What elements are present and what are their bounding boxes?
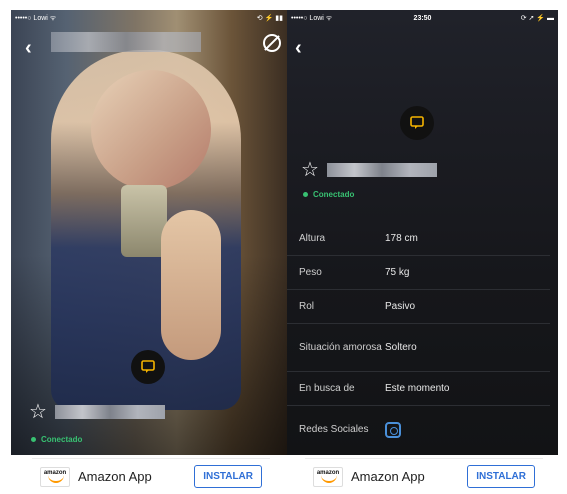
status-indicators: ⟳ ➚ ⚡ ▬ <box>520 15 555 22</box>
instagram-icon[interactable] <box>385 422 401 438</box>
attribute-value: Soltero <box>385 342 417 353</box>
profile-photo-face-blurred <box>91 70 211 190</box>
chat-button[interactable] <box>400 106 434 140</box>
attribute-value: 75 kg <box>385 267 410 278</box>
online-dot <box>31 437 36 442</box>
profile-photo-hand <box>161 210 221 360</box>
attribute-row-weight: Peso 75 kg <box>287 256 550 290</box>
app-screen: •••••○ Lowi ᯤ ⟲ ⚡ ▮▮ ‹ ☆ Conectado •••••… <box>0 0 567 494</box>
favorite-row: ☆ <box>301 160 437 180</box>
attribute-value: Pasivo <box>385 301 416 312</box>
attribute-label: Altura <box>299 232 326 244</box>
star-outline-icon[interactable]: ☆ <box>29 402 47 422</box>
username-blurred <box>54 405 165 419</box>
online-label: Conectado <box>313 190 355 199</box>
install-button[interactable]: INSTALAR <box>194 465 262 488</box>
online-status: Conectado <box>303 190 354 199</box>
attribute-label: Situación amorosa <box>299 341 382 353</box>
attribute-label: En busca de <box>299 382 355 394</box>
attribute-value: 178 cm <box>385 233 418 244</box>
attribute-label: Rol <box>299 300 315 312</box>
profile-attributes: Altura 178 cm Peso 75 kg Rol Pasivo Situ… <box>287 222 558 454</box>
attribute-label: Redes Sociales <box>299 424 369 435</box>
status-bar: •••••○ Lowi ᯤ ⟲ ⚡ ▮▮ <box>11 10 287 26</box>
ad-title: Amazon App <box>78 469 152 484</box>
status-carrier: •••••○ Lowi ᯤ <box>291 14 333 22</box>
profile-photo-screen: •••••○ Lowi ᯤ ⟲ ⚡ ▮▮ ‹ ☆ Conectado <box>11 10 287 455</box>
username-header-blurred <box>51 32 201 52</box>
chat-bubble-icon <box>141 360 155 373</box>
attribute-row-relationship: Situación amorosa Soltero <box>287 324 550 372</box>
ad-banner[interactable]: amazon Amazon App INSTALAR <box>32 458 270 494</box>
back-chevron-icon[interactable]: ‹ <box>295 38 302 58</box>
chat-bubble-icon <box>410 116 424 129</box>
attribute-label: Peso <box>299 266 322 278</box>
amazon-logo-icon: amazon <box>40 466 70 487</box>
status-bar: •••••○ Lowi ᯤ 23:50 ⟳ ➚ ⚡ ▬ <box>287 10 558 26</box>
attribute-row-social: Redes Sociales <box>287 406 550 454</box>
chat-button[interactable] <box>131 350 165 384</box>
ad-title: Amazon App <box>351 469 425 484</box>
attribute-row-looking-for: En busca de Este momento <box>287 372 550 406</box>
favorite-row: ☆ <box>29 402 165 422</box>
block-icon[interactable] <box>263 34 281 52</box>
status-carrier: •••••○ Lowi ᯤ <box>15 14 57 22</box>
online-status: Conectado <box>31 435 82 444</box>
username-blurred <box>326 163 437 177</box>
ad-banner[interactable]: amazon Amazon App INSTALAR <box>305 458 543 494</box>
install-button[interactable]: INSTALAR <box>467 465 535 488</box>
status-time: 23:50 <box>413 14 432 22</box>
attribute-row-height: Altura 178 cm <box>287 222 550 256</box>
attribute-value: Este momento <box>385 383 450 394</box>
status-indicators: ⟲ ⚡ ▮▮ <box>256 15 283 22</box>
attribute-row-role: Rol Pasivo <box>287 290 550 324</box>
back-chevron-icon[interactable]: ‹ <box>25 38 32 58</box>
amazon-logo-icon: amazon <box>313 466 343 487</box>
online-label: Conectado <box>41 435 83 444</box>
online-dot <box>303 192 308 197</box>
star-outline-icon[interactable]: ☆ <box>301 160 319 180</box>
profile-details-screen: •••••○ Lowi ᯤ 23:50 ⟳ ➚ ⚡ ▬ ‹ ☆ Conectad… <box>287 10 558 455</box>
